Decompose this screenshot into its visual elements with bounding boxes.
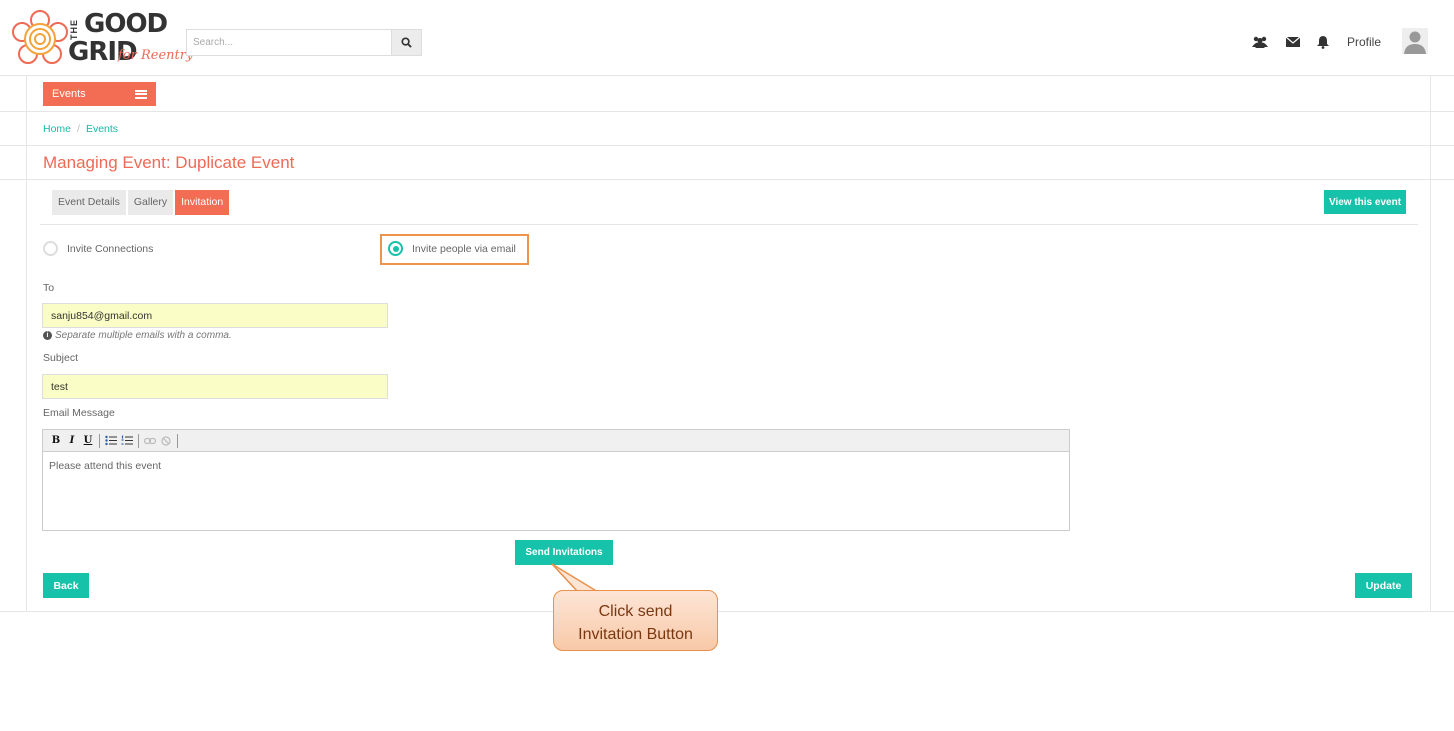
breadcrumb-separator: / [77,123,80,135]
toolbar-separator [138,433,139,448]
top-header: THE GOOD GRID for Reentry Profile [0,0,1454,76]
subject-label: Subject [43,352,79,364]
bullet-list-icon [105,435,117,446]
invite-connections-label: Invite Connections [67,242,154,255]
search-button[interactable] [391,30,421,55]
tab-invitation[interactable]: Invitation [175,190,230,215]
events-menu-button[interactable]: Events [43,82,156,106]
flower-logo-icon [12,10,68,64]
breadcrumb-events[interactable]: Events [86,123,118,135]
back-button[interactable]: Back [43,573,89,598]
view-this-event-button[interactable]: View this event [1324,190,1406,214]
email-message-body[interactable]: Please attend this event [43,452,1069,480]
numbered-list-button[interactable] [120,434,134,448]
user-avatar-icon [1404,31,1426,54]
event-tabs: Event Details Gallery Invitation [52,190,230,215]
subject-input[interactable] [42,374,388,399]
users-icon[interactable] [1252,35,1268,49]
invite-connections-radio[interactable] [43,241,58,256]
content-left-border [26,76,27,612]
divider [0,611,1454,612]
divider [0,179,1454,180]
bullet-list-button[interactable] [104,434,118,448]
bell-icon[interactable] [1315,35,1331,49]
tab-gallery[interactable]: Gallery [127,190,174,215]
good-grid-logo[interactable]: THE GOOD GRID for Reentry [12,9,193,70]
email-message-editor: B I U Please attend this event [42,429,1070,531]
tab-event-details[interactable]: Event Details [52,190,126,215]
envelope-icon[interactable] [1285,35,1301,49]
update-button[interactable]: Update [1355,573,1412,598]
content-right-border [1430,76,1431,612]
send-invitations-button[interactable]: Send Invitations [515,540,613,565]
underline-button[interactable]: U [81,434,95,448]
email-message-label: Email Message [43,407,115,419]
breadcrumb: Home / Events [43,123,118,135]
toolbar-separator [177,433,178,448]
logo-good-text: GOOD [84,9,168,39]
breadcrumb-home[interactable]: Home [43,123,71,135]
italic-button[interactable]: I [65,434,79,448]
to-help-text: i Separate multiple emails with a comma. [43,330,232,341]
link-button[interactable] [143,434,157,448]
to-help-label: Separate multiple emails with a comma. [55,330,232,341]
unlink-icon [161,435,171,446]
divider [0,111,1454,112]
profile-link[interactable]: Profile [1347,35,1381,49]
divider [40,224,1418,225]
invite-via-email-radio[interactable] [388,241,403,256]
link-icon [144,437,156,444]
search-input[interactable] [187,30,391,55]
bold-button[interactable]: B [49,434,63,448]
hamburger-icon [135,89,147,99]
user-avatar[interactable] [1402,28,1428,54]
callout-line-2: Invitation Button [578,626,693,643]
numbered-list-icon [121,435,133,445]
toolbar-separator [99,433,100,448]
instruction-callout: Click send Invitation Button [553,590,718,651]
search-icon [401,37,412,48]
invite-via-email-option[interactable]: Invite people via email [388,241,516,256]
logo-tagline: for Reentry [118,48,194,63]
invite-connections-option[interactable]: Invite Connections [43,241,153,256]
to-email-input[interactable] [42,303,388,328]
to-label: To [43,282,55,294]
info-icon: i [43,331,52,340]
page-title: Managing Event: Duplicate Event [43,153,295,172]
invite-via-email-label: Invite people via email [412,242,516,255]
events-menu-label: Events [52,88,86,100]
unlink-button[interactable] [159,434,173,448]
callout-line-1: Click send [598,603,673,620]
search-bar [186,29,422,56]
editor-toolbar: B I U [43,430,1069,452]
divider [0,145,1454,146]
